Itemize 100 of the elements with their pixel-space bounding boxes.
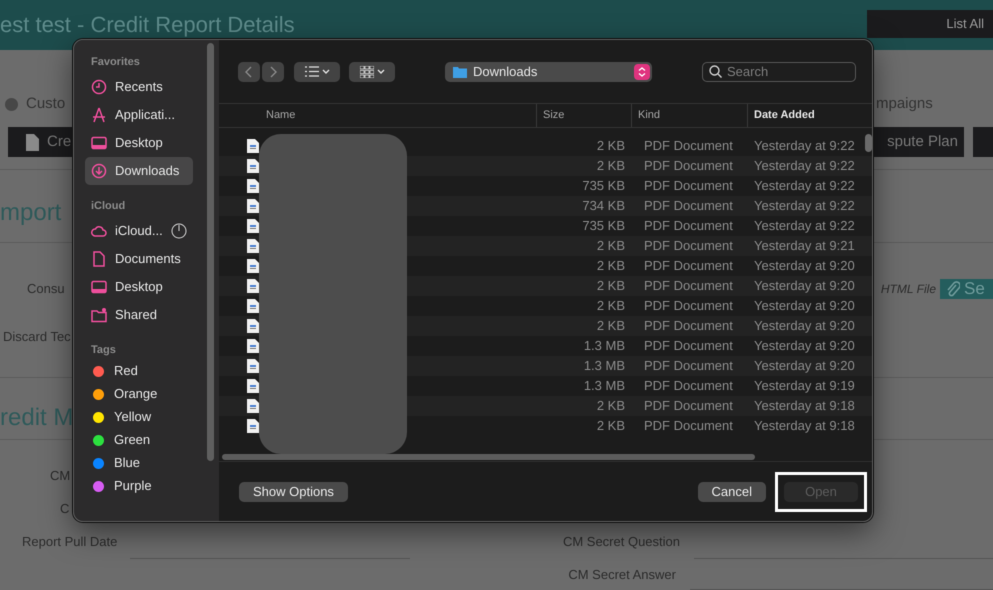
file-kind: PDF Document — [643, 337, 734, 356]
list-view-button[interactable] — [294, 62, 340, 82]
grid-icon — [360, 66, 374, 78]
file-size: 2 KB — [596, 297, 626, 316]
clock-icon — [91, 79, 107, 95]
date-added: Yesterday at 9:22 — [753, 137, 856, 156]
sidebar-heading: Favorites — [91, 55, 141, 69]
field-label: Report Pull Date — [21, 533, 118, 552]
file-kind: PDF Document — [643, 197, 734, 216]
tag-item[interactable]: Green — [85, 431, 193, 449]
location-popup[interactable]: Downloads — [445, 62, 652, 82]
section-heading: redit M — [0, 403, 74, 433]
file-kind: PDF Document — [643, 217, 734, 236]
file-kind: PDF Document — [643, 417, 734, 436]
file-size: 2 KB — [596, 157, 626, 176]
date-added: Yesterday at 9:22 — [753, 197, 856, 216]
search-box[interactable]: Search — [702, 62, 856, 82]
file-size: 2 KB — [596, 397, 626, 416]
tag-item[interactable]: Yellow — [85, 408, 193, 426]
shared-folder-icon — [91, 307, 107, 323]
field-label: CM Secret Question — [562, 533, 680, 552]
column-header[interactable]: Name — [219, 104, 536, 127]
field-label: Discard Tec — [2, 328, 71, 346]
sidebar-item[interactable]: Desktop — [85, 273, 193, 301]
column-header[interactable]: Kind — [631, 104, 747, 127]
field-label: CM — [49, 467, 70, 486]
cloud-icon — [91, 223, 107, 239]
date-added: Yesterday at 9:20 — [753, 297, 856, 316]
page-title: est test - Credit Report Details — [0, 12, 295, 38]
tag-item[interactable]: Red — [85, 362, 193, 380]
field-label: CM Secret Answer — [567, 566, 676, 584]
pdf-file-icon — [247, 159, 259, 173]
list-icon — [304, 66, 318, 77]
upload-hint: HTML File — [880, 281, 936, 298]
file-size: 1.3 MB — [582, 377, 626, 396]
sidebar-heading: Tags — [91, 343, 117, 357]
file-size: 1.3 MB — [582, 357, 626, 376]
sidebar-item[interactable]: Applicati... — [85, 101, 193, 129]
sidebar-item[interactable]: Downloads — [85, 157, 193, 185]
pdf-file-icon — [247, 199, 259, 213]
sidebar-heading: iCloud — [91, 199, 126, 213]
scrollbar[interactable] — [207, 43, 214, 461]
pdf-file-icon — [247, 379, 259, 393]
forward-button[interactable] — [262, 62, 284, 82]
caret-icon — [322, 68, 330, 74]
date-added: Yesterday at 9:22 — [753, 177, 856, 196]
date-added: Yesterday at 9:20 — [753, 317, 856, 336]
progress-icon — [171, 223, 187, 239]
grid-view-button[interactable] — [349, 62, 395, 82]
tag-item[interactable]: Orange — [85, 385, 193, 403]
file-kind: PDF Document — [643, 297, 734, 316]
pdf-file-icon — [247, 179, 259, 193]
dispute-plan-button[interactable]: spute Plan — [874, 127, 964, 157]
compass-icon — [91, 107, 107, 123]
sidebar-item[interactable]: Documents — [85, 245, 193, 273]
file-size: 2 KB — [596, 317, 626, 336]
date-added: Yesterday at 9:19 — [753, 377, 856, 396]
pdf-file-icon — [247, 399, 259, 413]
dialog-button[interactable]: Cancel — [698, 482, 766, 502]
file-kind: PDF Document — [643, 137, 734, 156]
pdf-file-icon — [247, 139, 259, 153]
sidebar-item[interactable]: Desktop — [85, 129, 193, 157]
pdf-file-icon — [247, 239, 259, 253]
date-added: Yesterday at 9:18 — [753, 397, 856, 416]
file-size: 2 KB — [596, 417, 626, 436]
sidebar-item[interactable]: iCloud... — [85, 217, 193, 245]
document-icon — [91, 251, 107, 267]
tag-item[interactable]: Blue — [85, 454, 193, 472]
file-size: 1.3 MB — [582, 337, 626, 356]
folder-icon — [453, 66, 467, 78]
file-kind: PDF Document — [643, 237, 734, 256]
date-added: Yesterday at 9:18 — [753, 417, 856, 436]
back-button[interactable] — [238, 62, 260, 82]
sidebar-item[interactable]: Shared — [85, 301, 193, 329]
search-icon — [709, 65, 722, 78]
tag-item[interactable]: Purple — [85, 477, 193, 495]
monitor-icon — [91, 279, 107, 295]
field-label: Consu — [26, 280, 65, 298]
search-field[interactable]: Search — [727, 62, 855, 82]
file-kind: PDF Document — [643, 277, 734, 296]
pdf-file-icon — [247, 359, 259, 373]
list-all-button[interactable]: List All — [867, 10, 993, 38]
date-added: Yesterday at 9:21 — [753, 237, 856, 256]
date-added: Yesterday at 9:20 — [753, 257, 856, 276]
column-header[interactable]: Size — [536, 104, 631, 127]
date-added: Yesterday at 9:22 — [753, 157, 856, 176]
dialog-button[interactable]: Show Options — [239, 482, 348, 502]
chevron-left-icon — [245, 66, 253, 78]
section-heading: mport — [0, 198, 62, 228]
caret-icon — [376, 68, 384, 74]
sidebar-item[interactable]: Recents — [85, 73, 193, 101]
date-added: Yesterday at 9:22 — [753, 217, 856, 236]
file-kind: PDF Document — [643, 317, 734, 336]
scrollbar[interactable] — [222, 454, 755, 460]
pdf-file-icon — [247, 259, 259, 273]
column-header[interactable]: Date Added — [747, 104, 862, 127]
file-size: 735 KB — [581, 217, 626, 236]
scrollbar[interactable] — [865, 134, 872, 152]
pdf-file-icon — [247, 299, 259, 313]
monitor-icon — [91, 135, 107, 151]
